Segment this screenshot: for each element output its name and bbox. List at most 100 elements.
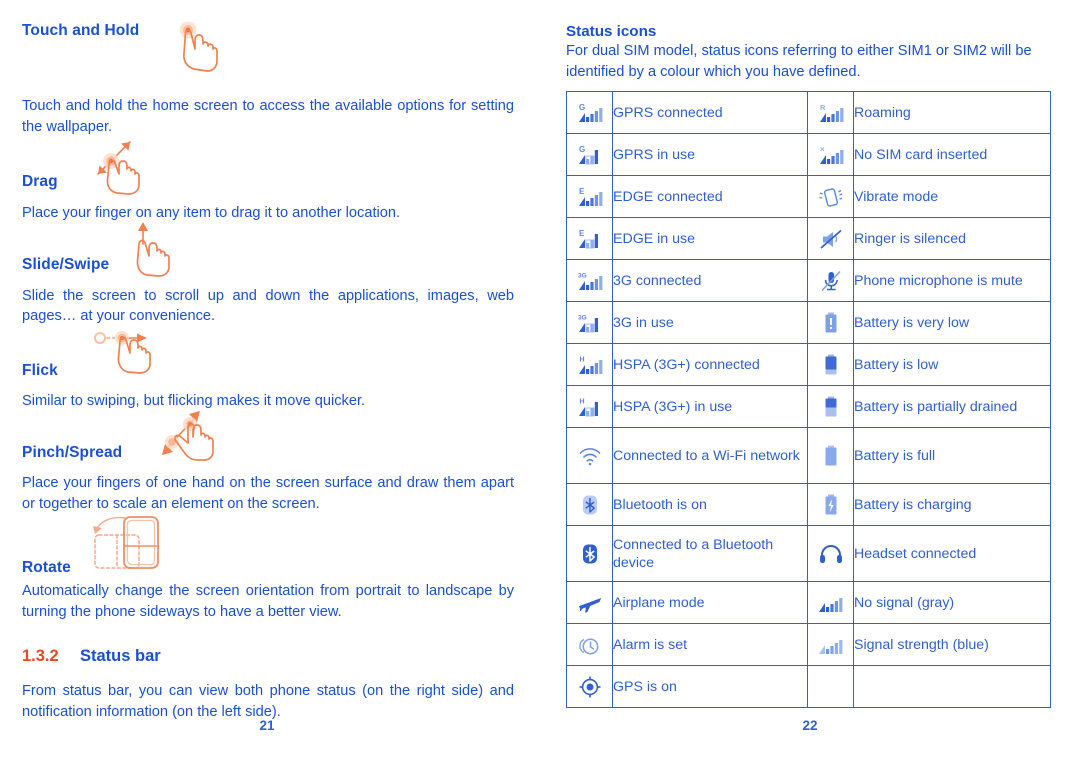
status-icon-label: Phone microphone is mute	[853, 259, 1051, 302]
right-page-column: Status icons For dual SIM model, status …	[566, 22, 1054, 708]
status-icon-label: Battery is charging	[853, 483, 1051, 526]
status-icon-label: Signal strength (blue)	[853, 623, 1051, 666]
status-icon-label: No signal (gray)	[853, 581, 1051, 624]
gesture-title: Pinch/Spread	[22, 444, 123, 461]
page-number-left: 21	[259, 718, 275, 733]
svg-text:E: E	[579, 229, 585, 238]
gesture-body: Automatically change the screen orientat…	[22, 583, 514, 620]
ringer-silenced-icon	[807, 217, 854, 260]
status-icon-label	[853, 665, 1051, 708]
bluetooth-on-icon	[566, 483, 613, 526]
gesture-block-touch-and-hold: Touch and Hold	[22, 21, 516, 96]
status-icon-label: 3G in use	[612, 301, 808, 344]
table-row: Alarm is set Signal strength (blue)	[566, 623, 1051, 666]
svg-text:E: E	[579, 187, 585, 196]
gesture-body: Place your finger on any item to drag it…	[22, 205, 401, 221]
table-row: Connected to a Bluetooth device Headset …	[566, 525, 1051, 582]
status-icon-label: Battery is full	[853, 427, 1051, 484]
svg-text:G: G	[579, 145, 585, 154]
table-row: 3G 3G connected Phone microphone is mute	[566, 259, 1051, 302]
status-icons-intro: For dual SIM model, status icons referri…	[566, 43, 1032, 80]
status-icon-label: GPRS connected	[612, 91, 808, 134]
status-icon-label: Alarm is set	[612, 623, 808, 666]
status-icon-label: HSPA (3G+) connected	[612, 343, 808, 386]
left-page-column: Touch and Hold Touch and hold the home s…	[22, 21, 516, 722]
status-icons-table: G GPRS connected R Roaming G GPRS in use…	[566, 91, 1051, 708]
table-row: Bluetooth is on Battery is charging	[566, 483, 1051, 526]
status-icon-label: 3G connected	[612, 259, 808, 302]
status-icon-label: Bluetooth is on	[612, 483, 808, 526]
gesture-title: Flick	[22, 361, 58, 379]
status-icon-label: GPS is on	[612, 665, 808, 708]
page-number-right: 22	[802, 718, 818, 733]
status-icon-label: EDGE in use	[612, 217, 808, 260]
gesture-body: Place your fingers of one hand on the sc…	[22, 475, 514, 512]
battery-full-icon	[807, 427, 854, 484]
gesture-title: Drag	[22, 173, 58, 190]
status-icons-heading: Status icons	[566, 23, 657, 40]
vibrate-mode-icon	[807, 175, 854, 218]
battery-charging-icon	[807, 483, 854, 526]
status-icon-label: Connected to a Wi-Fi network	[612, 427, 808, 484]
status-icon-label: Connected to a Bluetooth device	[612, 525, 808, 582]
table-row: G GPRS connected R Roaming	[566, 91, 1051, 134]
status-icon-label: Battery is very low	[853, 301, 1051, 344]
status-icon-label: Battery is partially drained	[853, 385, 1051, 428]
svg-text:3G: 3G	[578, 272, 587, 279]
gesture-block-pinch-spread: Pinch/Spread	[22, 411, 516, 473]
status-icon-label: GPRS in use	[612, 133, 808, 176]
signal-edge-connected-icon: E	[566, 175, 613, 218]
gesture-title: Slide/Swipe	[22, 255, 110, 273]
svg-text:G: G	[579, 103, 585, 112]
section-number: 1.3.2	[22, 647, 59, 665]
airplane-mode-icon	[566, 581, 613, 624]
section-title: Status bar	[80, 647, 161, 665]
gesture-title: Touch and Hold	[22, 22, 140, 39]
gesture-block-rotate: Rotate	[22, 516, 516, 581]
gesture-body: Touch and hold the home screen to access…	[22, 98, 514, 135]
status-icons-table-body: G GPRS connected R Roaming G GPRS in use…	[566, 91, 1051, 708]
table-row: E EDGE connected Vibrate mode	[566, 175, 1051, 218]
table-row: H HSPA (3G+) connected Battery is low	[566, 343, 1051, 386]
signal-gprs-in-use-icon: G	[566, 133, 613, 176]
gesture-block-slide-swipe: Slide/Swipe	[22, 221, 516, 286]
gesture-block-drag: Drag	[22, 141, 516, 203]
signal-hspa-connected-icon: H	[566, 343, 613, 386]
signal-edge-in-use-icon: E	[566, 217, 613, 260]
section-heading: 1.3.2 Status bar	[22, 646, 516, 666]
gesture-body: Slide the screen to scroll up and down t…	[22, 287, 514, 325]
svg-text:H: H	[579, 398, 584, 405]
battery-partial-icon	[807, 385, 854, 428]
manual-page-spread: Touch and Hold Touch and hold the home s…	[0, 0, 1080, 767]
battery-low-icon	[807, 343, 854, 386]
svg-text:H: H	[579, 356, 584, 363]
gesture-block-flick: Flick	[22, 330, 516, 391]
table-row: Airplane mode No signal (gray)	[566, 581, 1051, 624]
svg-text:R: R	[820, 103, 826, 112]
table-row: Connected to a Wi-Fi network Battery is …	[566, 427, 1051, 484]
signal-3g-connected-icon: 3G	[566, 259, 613, 302]
status-icon-label: EDGE connected	[612, 175, 808, 218]
svg-text:×: ×	[820, 145, 825, 154]
status-icon-label: Vibrate mode	[853, 175, 1051, 218]
table-row: GPS is on	[566, 665, 1051, 708]
status-icon-label: Roaming	[853, 91, 1051, 134]
gesture-title: Rotate	[22, 559, 71, 576]
signal-no-sim-icon: ×	[807, 133, 854, 176]
signal-no-signal-icon	[807, 581, 854, 624]
table-row: G GPRS in use × No SIM card inserted	[566, 133, 1051, 176]
bluetooth-connected-icon	[566, 525, 613, 582]
svg-text:3G: 3G	[578, 314, 587, 321]
table-row: H HSPA (3G+) in use Battery is partially…	[566, 385, 1051, 428]
status-icon-label: Headset connected	[853, 525, 1051, 582]
gesture-body: Similar to swiping, but flicking makes i…	[22, 392, 366, 409]
signal-gprs-connected-icon: G	[566, 91, 613, 134]
signal-strength-icon	[807, 623, 854, 666]
battery-very-low-icon	[807, 301, 854, 344]
microphone-mute-icon	[807, 259, 854, 302]
gps-on-icon	[566, 665, 613, 708]
signal-hspa-in-use-icon: H	[566, 385, 613, 428]
status-icon-label: Airplane mode	[612, 581, 808, 624]
table-row: E EDGE in use Ringer is silenced	[566, 217, 1051, 260]
status-icon-label: HSPA (3G+) in use	[612, 385, 808, 428]
